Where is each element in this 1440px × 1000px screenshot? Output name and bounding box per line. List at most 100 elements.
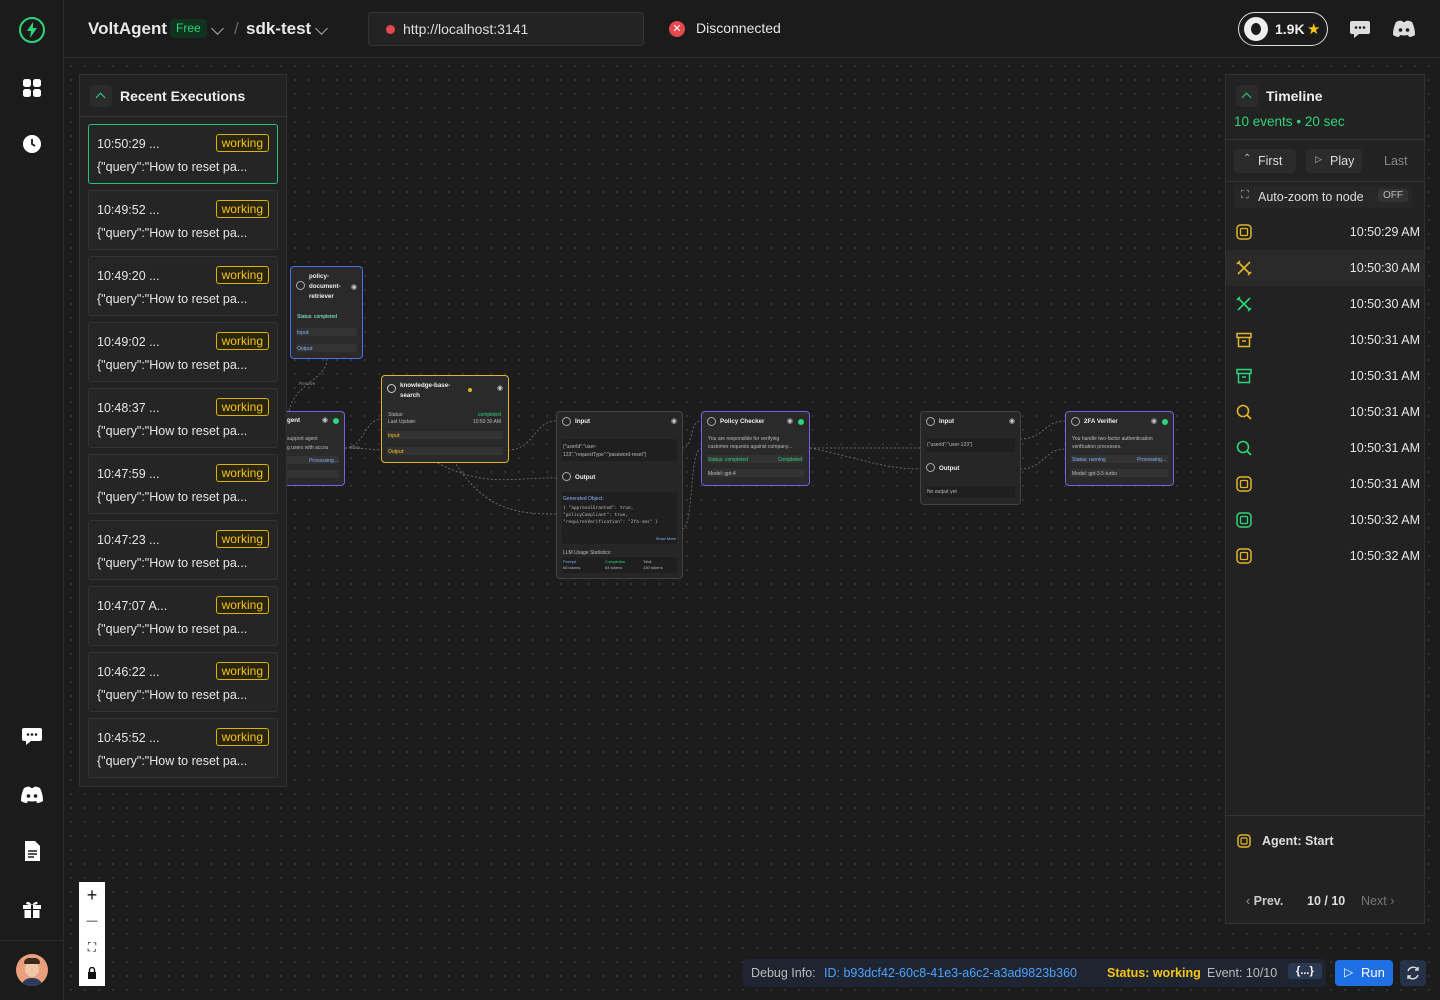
divider (1226, 139, 1424, 140)
prev-button[interactable]: ‹ Prev. (1246, 894, 1283, 908)
node-policy-checker[interactable]: Policy Checker ◉ You are responsible for… (701, 411, 810, 486)
timeline-event[interactable]: 10:50:30 AM (1226, 286, 1424, 322)
brand-name[interactable]: VoltAgent (88, 19, 167, 39)
document-icon[interactable] (18, 837, 46, 865)
voltagent-logo-icon[interactable] (18, 16, 46, 44)
timeline-event-time: 10:50:30 AM (1349, 261, 1420, 275)
execution-item[interactable]: 10:49:20 ... working {"query":"How to rese… (88, 256, 278, 316)
project-name[interactable]: sdk-test (246, 19, 311, 39)
panel-header: Recent Executions (80, 75, 286, 117)
execution-time: 10:47:59 ... (97, 467, 160, 481)
execution-item[interactable]: 10:49:02 ... working {"query":"How to rese… (88, 322, 278, 382)
node-desc: g users with accou (287, 445, 329, 451)
json-view-button[interactable]: {...} (1288, 963, 1322, 979)
execution-item[interactable]: 10:47:59 ... working {"query":"How to rese… (88, 454, 278, 514)
node-knowledge-base-search[interactable]: knowledge-base-search ◉ Status: complete… (381, 375, 509, 463)
chevron-down-icon[interactable] (315, 22, 328, 35)
execution-item[interactable]: 10:49:52 ... working {"query":"How to rese… (88, 190, 278, 250)
node-title: gent (287, 417, 301, 424)
eye-icon[interactable]: ◉ (1151, 417, 1157, 425)
usage-prompt-label: Prompt (563, 559, 576, 564)
node-input-row[interactable] (387, 431, 503, 439)
timeline-event[interactable]: 10:50:32 AM (1226, 538, 1424, 574)
github-stars-button[interactable]: 1.9K ★ (1238, 12, 1328, 46)
execution-item[interactable]: 10:47:23 ... working {"query":"How to rese… (88, 520, 278, 580)
zoom-out-button[interactable]: — (79, 908, 105, 934)
timeline-event[interactable]: 10:50:31 AM (1226, 430, 1424, 466)
node-io-policy[interactable]: Input ◉ {"userId":"user-123","requestTyp… (556, 411, 683, 579)
selected-event-label: Agent: Start (1262, 834, 1334, 848)
chat-bubble-icon[interactable] (18, 722, 46, 750)
node-2fa-verifier[interactable]: 2FA Verifier ◉ You handle two-factor aut… (1065, 411, 1174, 486)
eye-icon[interactable]: ◉ (1009, 417, 1015, 425)
status-badge: working (215, 530, 269, 548)
status-badge: working (215, 728, 269, 746)
first-button[interactable]: ⌃ First (1234, 149, 1296, 173)
timeline-event[interactable]: 10:50:31 AM (1226, 322, 1424, 358)
node-output-label: Output: (388, 449, 405, 455)
last-button[interactable]: Last (1384, 154, 1408, 168)
running-dot-icon (468, 388, 472, 392)
usage-total-label: Total (643, 559, 652, 564)
eye-icon[interactable]: ◉ (322, 416, 328, 424)
chevron-down-icon[interactable] (211, 22, 224, 35)
status-dot-icon (333, 418, 339, 424)
server-url-field[interactable]: http://localhost:3141 (368, 12, 644, 46)
node-desc: customer requests against company... (708, 444, 793, 450)
execution-item[interactable]: 10:46:22 ... working {"query":"How to rese… (88, 652, 278, 712)
tools-icon (1235, 259, 1253, 277)
agent-icon (1071, 417, 1080, 426)
node-policy-document-retriever[interactable]: policy-document-retriever ◉ Status: comp… (290, 266, 363, 359)
execution-item[interactable]: 10:47:07 A... working {"query":"How to res… (88, 586, 278, 646)
eye-icon[interactable]: ◉ (351, 283, 357, 291)
next-button[interactable]: Next › (1361, 894, 1394, 908)
collapse-chevron-up-icon[interactable] (1236, 85, 1258, 107)
kb-update-value: 10:50:30 AM (472, 419, 501, 425)
dashboard-grid-icon[interactable] (18, 74, 46, 102)
input-arrow-icon (562, 417, 571, 426)
output-arrow-icon (926, 463, 935, 472)
discord-icon[interactable] (1391, 16, 1417, 42)
tools-icon (387, 384, 396, 393)
timeline-event[interactable]: 10:50:32 AM (1226, 502, 1424, 538)
timeline-event[interactable]: 10:50:29 AM (1226, 214, 1424, 250)
execution-item[interactable]: 10:48:37 ... working {"query":"How to rese… (88, 388, 278, 448)
tools-icon (1235, 295, 1253, 313)
refresh-button[interactable] (1400, 960, 1426, 986)
run-button[interactable]: ▷ Run (1335, 960, 1393, 986)
panel-title: Timeline (1266, 88, 1323, 104)
history-clock-icon[interactable] (18, 130, 46, 158)
eye-icon[interactable]: ◉ (787, 417, 793, 425)
node-status: Status: running (1072, 457, 1106, 463)
node-io-verifier[interactable]: Input ◉ {"userId":"user-123"} Output No … (920, 411, 1021, 505)
timeline-event[interactable]: 10:50:31 AM (1226, 358, 1424, 394)
play-button[interactable]: ▷ Play (1306, 149, 1362, 173)
zoom-in-button[interactable]: + (79, 882, 105, 908)
execution-item[interactable]: 10:50:29 ... working {"query":"How to rese… (88, 124, 278, 184)
collapse-chevron-up-icon[interactable] (90, 85, 112, 107)
node-title: knowledge-base-search (400, 382, 451, 399)
execution-time: 10:49:20 ... (97, 269, 160, 283)
show-more-link[interactable]: Show More (656, 536, 676, 541)
debug-id[interactable]: ID: b93dcf42-60c8-41e3-a6c2-a3ad9823b360 (824, 966, 1077, 980)
execution-time: 10:47:07 A... (97, 599, 168, 613)
discord-icon[interactable] (18, 781, 46, 809)
node-title: 2FA Verifier (1084, 418, 1118, 425)
eye-icon[interactable]: ◉ (671, 417, 677, 425)
timeline-event[interactable]: 10:50:31 AM (1226, 466, 1424, 502)
eye-icon[interactable]: ◉ (497, 384, 503, 392)
node-desc: You handle two-factor authentication (1072, 436, 1153, 442)
user-avatar[interactable] (16, 954, 48, 986)
node-desc: support agent (287, 436, 318, 442)
timeline-event[interactable]: 10:50:30 AM (1226, 250, 1424, 286)
lock-icon[interactable] (79, 960, 105, 986)
node-desc: You are responsible for verifying (708, 436, 780, 442)
github-icon (1244, 17, 1268, 41)
chat-bubble-icon[interactable] (1347, 16, 1373, 42)
gift-icon[interactable] (18, 895, 46, 923)
fit-view-icon[interactable]: ⛶ (79, 934, 105, 960)
timeline-event[interactable]: 10:50:31 AM (1226, 394, 1424, 430)
execution-item[interactable]: 10:45:52 ... working {"query":"How to rese… (88, 718, 278, 778)
auto-zoom-toggle[interactable]: ⛶ Auto-zoom to node OFF (1234, 186, 1412, 208)
search-icon (296, 281, 305, 290)
